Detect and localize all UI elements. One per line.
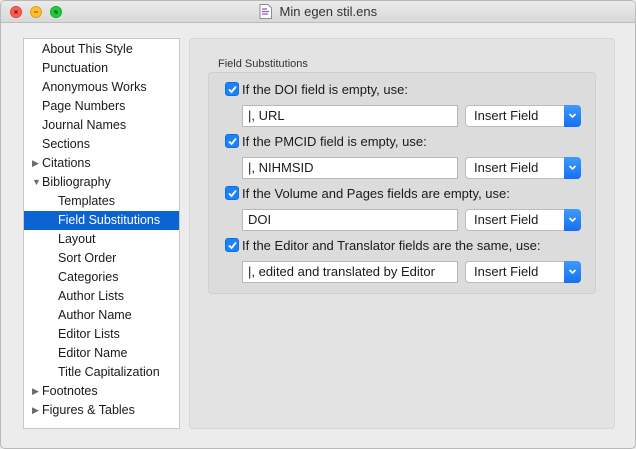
insert-field-label: Insert Field	[474, 160, 539, 175]
editor-translator-substitution-field[interactable]: |, edited and translated by Editor	[242, 261, 458, 283]
sidebar-item-label: Author Name	[58, 308, 132, 322]
sidebar-item-editor-name[interactable]: Editor Name	[24, 344, 179, 363]
doi-empty-label: If the DOI field is empty, use:	[242, 82, 408, 97]
sidebar-item-label: Editor Lists	[58, 327, 120, 341]
sidebar-item-label: About This Style	[42, 42, 133, 56]
sidebar-item-author-lists[interactable]: Author Lists	[24, 287, 179, 306]
pmcid-empty-label: If the PMCID field is empty, use:	[242, 134, 427, 149]
sidebar-item-title-capitalization[interactable]: Title Capitalization	[24, 363, 179, 382]
checkmark-icon	[228, 85, 237, 94]
style-editor-window: Min egen stil.ens About This Style Punct…	[0, 0, 636, 449]
sidebar-item-label: Editor Name	[58, 346, 128, 360]
endnote-style-document-icon	[259, 4, 272, 22]
sidebar-item-footnotes[interactable]: ▶ Footnotes	[24, 382, 179, 401]
insert-field-popup-pmcid[interactable]: Insert Field	[465, 157, 581, 179]
sidebar-item-figures-tables[interactable]: ▶ Figures & Tables	[24, 401, 179, 420]
chevron-down-icon	[564, 209, 581, 231]
insert-field-label: Insert Field	[474, 264, 539, 279]
sidebar-item-label: Layout	[58, 232, 96, 246]
sidebar-item-field-substitutions[interactable]: Field Substitutions	[24, 211, 179, 230]
sidebar-item-label: Sections	[42, 137, 90, 151]
chevron-down-icon	[564, 261, 581, 283]
disclosure-triangle-collapsed-icon[interactable]: ▶	[32, 154, 39, 173]
title-bar[interactable]: Min egen stil.ens	[1, 1, 635, 23]
sidebar-item-anonymous-works[interactable]: Anonymous Works	[24, 78, 179, 97]
pmcid-empty-checkbox[interactable]	[225, 134, 239, 148]
disclosure-triangle-collapsed-icon[interactable]: ▶	[32, 401, 39, 420]
sidebar-item-label: Anonymous Works	[42, 80, 147, 94]
sidebar-item-layout[interactable]: Layout	[24, 230, 179, 249]
insert-field-label: Insert Field	[474, 108, 539, 123]
checkmark-icon	[228, 137, 237, 146]
sidebar-item-label: Sort Order	[58, 251, 117, 265]
sidebar-item-punctuation[interactable]: Punctuation	[24, 59, 179, 78]
sidebar-item-label: Bibliography	[42, 175, 111, 189]
doi-substitution-field[interactable]: |, URL	[242, 105, 458, 127]
sidebar-item-bibliography[interactable]: ▼ Bibliography	[24, 173, 179, 192]
volume-pages-empty-checkbox[interactable]	[225, 186, 239, 200]
doi-empty-checkbox[interactable]	[225, 82, 239, 96]
insert-field-label: Insert Field	[474, 212, 539, 227]
sidebar-item-categories[interactable]: Categories	[24, 268, 179, 287]
insert-field-popup-volume-pages[interactable]: Insert Field	[465, 209, 581, 231]
insert-field-popup-doi[interactable]: Insert Field	[465, 105, 581, 127]
sidebar-item-sections[interactable]: Sections	[24, 135, 179, 154]
sidebar-item-label: Journal Names	[42, 118, 127, 132]
group-label: Field Substitutions	[218, 58, 308, 70]
sidebar-item-label: Punctuation	[42, 61, 109, 75]
sidebar-item-label: Field Substitutions	[58, 213, 161, 227]
sidebar-item-label: Footnotes	[42, 384, 98, 398]
sidebar-item-label: Figures & Tables	[42, 403, 135, 417]
chevron-down-icon	[564, 105, 581, 127]
sidebar-item-label: Citations	[42, 156, 91, 170]
sidebar-item-about-this-style[interactable]: About This Style	[24, 40, 179, 59]
checkmark-icon	[228, 241, 237, 250]
sidebar-item-templates[interactable]: Templates	[24, 192, 179, 211]
sidebar-item-citations[interactable]: ▶ Citations	[24, 154, 179, 173]
editor-translator-same-checkbox[interactable]	[225, 238, 239, 252]
checkmark-icon	[228, 189, 237, 198]
sidebar-item-label: Page Numbers	[42, 99, 126, 113]
sidebar-item-editor-lists[interactable]: Editor Lists	[24, 325, 179, 344]
sidebar: About This Style Punctuation Anonymous W…	[23, 38, 180, 429]
sidebar-item-sort-order[interactable]: Sort Order	[24, 249, 179, 268]
volume-pages-empty-label: If the Volume and Pages fields are empty…	[242, 186, 510, 201]
pmcid-substitution-field[interactable]: |, NIHMSID	[242, 157, 458, 179]
sidebar-item-author-name[interactable]: Author Name	[24, 306, 179, 325]
volume-pages-substitution-field[interactable]: DOI	[242, 209, 458, 231]
chevron-down-icon	[564, 157, 581, 179]
sidebar-item-journal-names[interactable]: Journal Names	[24, 116, 179, 135]
disclosure-triangle-collapsed-icon[interactable]: ▶	[32, 382, 39, 401]
sidebar-item-label: Categories	[58, 270, 119, 284]
sidebar-item-label: Templates	[58, 194, 115, 208]
disclosure-triangle-expanded-icon[interactable]: ▼	[32, 173, 41, 192]
sidebar-item-label: Author Lists	[58, 289, 125, 303]
window-title: Min egen stil.ens	[279, 4, 378, 19]
sidebar-item-page-numbers[interactable]: Page Numbers	[24, 97, 179, 116]
editor-translator-same-label: If the Editor and Translator fields are …	[242, 238, 541, 253]
insert-field-popup-editor-translator[interactable]: Insert Field	[465, 261, 581, 283]
sidebar-item-label: Title Capitalization	[58, 365, 160, 379]
